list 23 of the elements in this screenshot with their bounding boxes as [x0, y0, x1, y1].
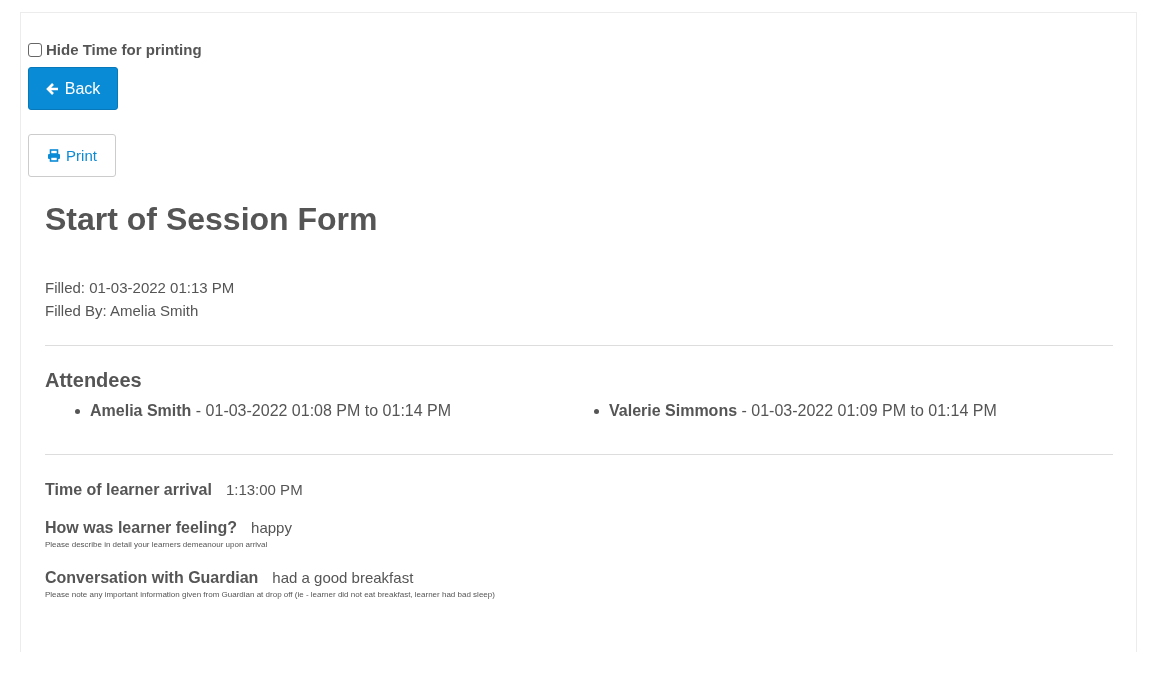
- bullet-icon: [594, 408, 599, 414]
- printer-icon: [47, 149, 62, 162]
- arrow-left-icon: [45, 81, 60, 96]
- attendee-entry: Valerie Simmons - 01-03-2022 01:09 PM to 01:14 PM: [609, 402, 997, 420]
- field-help-text: Please describe in detail your learners demeanour upon arrival: [45, 540, 269, 549]
- back-button[interactable]: Back: [28, 67, 118, 110]
- filled-info: Filled By: Amelia Smith: [45, 301, 200, 321]
- field-help-text: Please note any important information given from Guardian at drop off (ie - learner did not eat breakfast, learner had bad sleep): [45, 590, 496, 599]
- bullet-icon: [75, 408, 80, 414]
- field-label: Time of learner arrival: [45, 481, 212, 499]
- field-value: 1:13:00 PM: [225, 481, 303, 498]
- checkbox-icon[interactable]: [28, 42, 42, 57]
- print-button[interactable]: Print: [28, 134, 116, 177]
- filled-info: Filled: 01-03-2022 01:13 PM: [45, 278, 236, 298]
- field-value: happy: [251, 519, 292, 536]
- form-title: Start of Session Form: [45, 201, 379, 238]
- attendee-entry: Amelia Smith - 01-03-2022 01:08 PM to 01:14 PM: [90, 402, 452, 420]
- field-value: had a good breakfast: [272, 569, 414, 586]
- hide-time-checkbox[interactable]: Hide Time for printing: [28, 41, 1113, 58]
- field-label: Conversation with Guardian: [45, 569, 259, 587]
- field-label: How was learner feeling?: [45, 519, 238, 537]
- checkbox-label: Hide Time for printing: [46, 41, 202, 58]
- attendees-heading: Attendees: [45, 369, 143, 392]
